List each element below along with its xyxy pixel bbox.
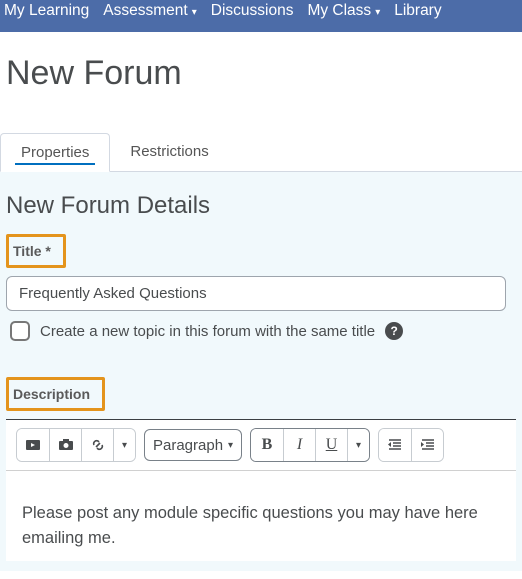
create-topic-checkbox[interactable] <box>10 321 30 341</box>
tab-properties[interactable]: Properties <box>0 133 110 172</box>
nav-discussions[interactable]: Discussions <box>211 0 294 20</box>
indent-icon <box>420 437 436 453</box>
description-textarea[interactable]: Please post any module specific question… <box>6 471 516 561</box>
create-topic-label: Create a new topic in this forum with th… <box>40 323 375 340</box>
top-nav: My Learning Assessment ▾ Discussions My C… <box>0 0 522 32</box>
nav-label: Assessment <box>103 2 187 20</box>
media-group: ▾ <box>16 428 136 462</box>
title-label: Title * <box>11 237 57 265</box>
outdent-icon <box>387 437 403 453</box>
insert-link-button[interactable] <box>81 429 113 461</box>
highlight-description-label: Description <box>6 377 105 411</box>
highlight-title-label: Title * <box>6 234 66 268</box>
chevron-down-icon: ▾ <box>192 7 197 18</box>
paragraph-format-select[interactable]: Paragraph ▾ <box>144 429 242 461</box>
underline-button[interactable]: U <box>315 429 347 461</box>
nav-label: My Learning <box>4 2 89 20</box>
chevron-down-icon: ▾ <box>375 7 380 18</box>
nav-assessment[interactable]: Assessment ▾ <box>103 0 196 20</box>
camera-icon <box>58 437 74 453</box>
tab-label: Restrictions <box>130 143 208 160</box>
nav-label: My Class <box>307 2 371 20</box>
create-topic-row: Create a new topic in this forum with th… <box>6 321 516 341</box>
section-heading: New Forum Details <box>6 192 516 220</box>
tab-label: Properties <box>21 144 89 161</box>
align-group <box>378 428 444 462</box>
chevron-down-icon: ▾ <box>228 440 233 451</box>
play-icon <box>25 437 41 453</box>
properties-panel: New Forum Details Title * Create a new t… <box>0 172 522 571</box>
insert-video-button[interactable] <box>17 429 49 461</box>
title-input[interactable] <box>6 276 506 311</box>
chevron-down-icon: ▾ <box>122 440 127 451</box>
tab-bar: Properties Restrictions <box>0 133 522 172</box>
editor-toolbar: ▾ Paragraph ▾ B I U ▾ <box>6 420 516 471</box>
text-style-group: B I U ▾ <box>250 428 370 462</box>
nav-library[interactable]: Library <box>394 0 441 20</box>
format-label: Paragraph <box>153 437 223 454</box>
help-icon[interactable]: ? <box>385 322 403 340</box>
outdent-button[interactable] <box>379 429 411 461</box>
nav-label: Discussions <box>211 2 294 20</box>
media-more-button[interactable]: ▾ <box>113 429 135 461</box>
tab-restrictions[interactable]: Restrictions <box>110 133 228 171</box>
insert-image-button[interactable] <box>49 429 81 461</box>
text-style-more-button[interactable]: ▾ <box>347 429 369 461</box>
chevron-down-icon: ▾ <box>356 440 361 451</box>
page-title: New Forum <box>0 32 522 119</box>
link-icon <box>90 437 106 453</box>
bold-button[interactable]: B <box>251 429 283 461</box>
rich-text-editor: ▾ Paragraph ▾ B I U ▾ <box>6 420 516 561</box>
italic-button[interactable]: I <box>283 429 315 461</box>
indent-button[interactable] <box>411 429 443 461</box>
nav-my-learning[interactable]: My Learning <box>4 0 89 20</box>
nav-label: Library <box>394 2 441 20</box>
nav-my-class[interactable]: My Class ▾ <box>307 0 380 20</box>
description-label: Description <box>11 380 96 408</box>
